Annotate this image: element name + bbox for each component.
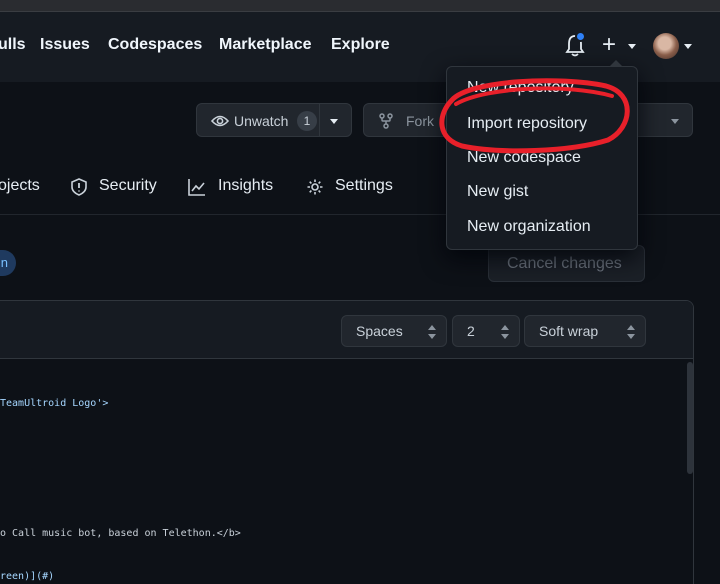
tab-projects[interactable]: ojects [0,177,40,195]
fork-icon [379,113,393,129]
fork-label: Fork [406,113,434,129]
user-avatar[interactable] [653,33,679,59]
create-new-dropdown: New repository Import repository New cod… [446,60,638,250]
shield-icon [71,178,87,196]
unwatch-label: Unwatch [234,113,289,129]
indent-mode-select[interactable]: Spaces [341,315,447,347]
unwatch-button[interactable]: Unwatch 1 [196,103,352,137]
menu-item-new-codespace[interactable]: New codespace [467,149,581,167]
notification-unread-dot [575,31,586,42]
create-new-plus-icon[interactable]: + [602,30,616,60]
menu-item-new-organization[interactable]: New organization [467,218,591,236]
nav-marketplace-link[interactable]: Marketplace [219,36,312,54]
indent-size-select[interactable]: 2 [452,315,520,347]
tab-insights[interactable]: Insights [218,177,273,195]
nav-issues-link[interactable]: Issues [40,36,90,54]
window-top-strip [0,0,720,12]
file-editor: Spaces 2 Soft wrap [0,300,694,584]
create-new-caret-icon[interactable] [628,44,636,49]
star-caret-icon[interactable] [671,119,679,124]
cancel-changes-label: Cancel changes [507,255,622,272]
wrap-mode-value: Soft wrap [539,323,599,339]
watch-caret-icon[interactable] [330,119,338,124]
watch-count: 1 [297,111,317,131]
wrap-mode-updown-icon [627,325,635,339]
editor-scrollbar[interactable] [687,362,693,474]
indent-size-updown-icon [501,325,509,339]
nav-codespaces-link[interactable]: Codespaces [108,36,202,54]
fork-button[interactable]: Fork [363,103,453,137]
nav-pulls-link[interactable]: ulls [0,36,26,54]
user-menu-caret-icon[interactable] [684,44,692,49]
code-line[interactable]: o Call music bot, based on Telethon.</b> [0,528,241,539]
nav-explore-link[interactable]: Explore [331,36,390,54]
menu-item-new-gist[interactable]: New gist [467,183,528,201]
gear-icon [307,179,323,195]
code-line[interactable]: reen)](#) [0,571,54,582]
tab-settings[interactable]: Settings [335,177,393,195]
code-line[interactable]: TeamUltroid Logo'> [0,398,108,409]
button-divider [319,104,320,136]
editor-toolbar: Spaces 2 Soft wrap [0,301,693,359]
indent-mode-updown-icon [428,325,436,339]
branch-pill[interactable]: n [0,250,16,276]
menu-item-new-repository[interactable]: New repository [467,79,574,97]
eye-icon [211,115,229,127]
indent-size-value: 2 [467,323,475,339]
graph-icon [188,179,205,196]
wrap-mode-select[interactable]: Soft wrap [524,315,646,347]
cancel-changes-button[interactable]: Cancel changes [488,245,645,282]
indent-mode-value: Spaces [356,323,403,339]
menu-item-import-repository[interactable]: Import repository [467,115,587,133]
tab-security[interactable]: Security [99,177,157,195]
